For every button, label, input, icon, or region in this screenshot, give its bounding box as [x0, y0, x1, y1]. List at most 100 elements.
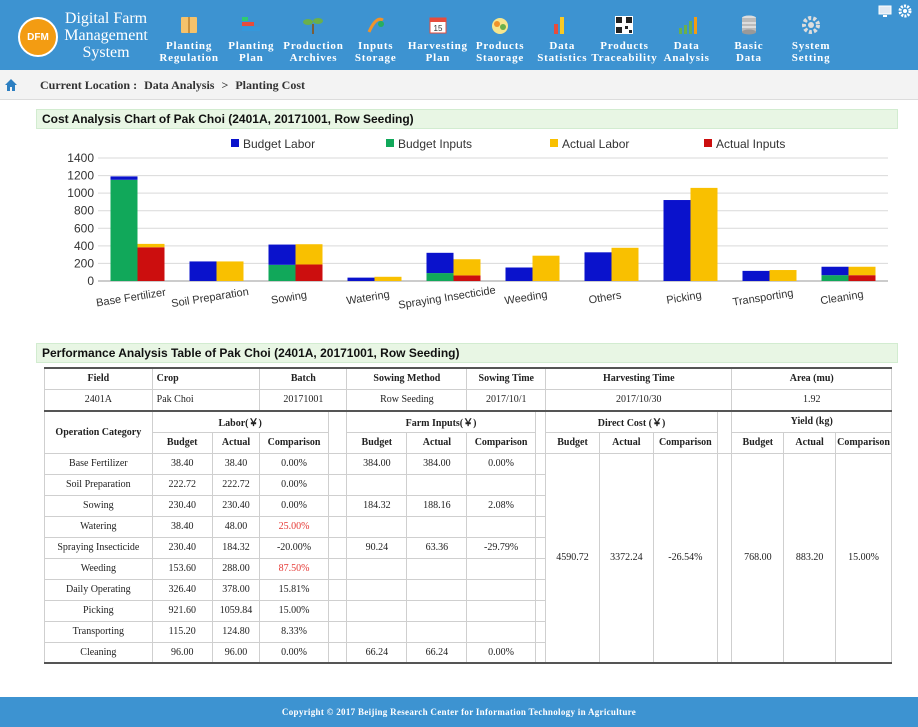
info-value-crop: Pak Choi: [151, 388, 261, 412]
footer-copyright: Copyright © 2017 Beijing Research Center…: [0, 697, 918, 727]
spacer-cell: [327, 515, 348, 538]
breadcrumb-data-analysis[interactable]: Data Analysis: [144, 78, 214, 92]
yield-comparison-header: Comparison: [834, 431, 893, 454]
sub-header-row: Budget Actual Comparison Budget Actual C…: [45, 431, 893, 454]
bar-budget-labor: [742, 270, 770, 281]
cost-chart-svg: 0 200 400 600 800 1000 1200 1400 Budget Labor Bud…: [67, 137, 888, 312]
bar-actual-inputs: [453, 275, 481, 281]
bar-budget-labor: [268, 244, 296, 265]
inputs-budget-cell: [346, 557, 408, 580]
calendar-icon: 15: [429, 17, 447, 34]
labor-comparison-cell: 15.81%: [259, 578, 329, 601]
spacer-cell: [534, 410, 547, 454]
direct-cost-group-header: Direct Cost (￥): [545, 410, 718, 433]
labor-comparison-cell: 0.00%: [259, 452, 329, 475]
top-header: DFM Digital Farm Management System Plant…: [0, 0, 918, 70]
inputs-comparison-cell: [466, 620, 536, 643]
spacer-cell: [534, 494, 547, 517]
spacer-cell: [534, 620, 547, 643]
info-value-sowing-method: Row Seeding: [346, 388, 468, 412]
breadcrumb-separator: >: [221, 78, 229, 92]
legend-label: Budget Labor: [243, 137, 315, 151]
produce-icon: [492, 18, 509, 34]
info-value-area: 1.92: [731, 388, 892, 412]
labor-actual-cell: 288.00: [211, 557, 261, 580]
settings-gear-icon[interactable]: [898, 4, 912, 18]
book-icon: [181, 17, 198, 33]
labor-budget-header: Budget: [151, 431, 213, 454]
header-tools: [874, 4, 914, 20]
inputs-comparison-cell: -29.79%: [466, 536, 536, 559]
y-tick-label: 1000: [67, 186, 94, 200]
spacer-cell: [716, 452, 733, 664]
labor-actual-cell: 38.40: [211, 452, 261, 475]
yield-budget-header: Budget: [731, 431, 785, 454]
labor-budget-cell: 230.40: [151, 494, 213, 517]
inputs-budget-cell: 66.24: [346, 641, 408, 664]
inputs-actual-header: Actual: [406, 431, 468, 454]
spacer-cell: [327, 410, 348, 454]
inputs-budget-cell: 384.00: [346, 452, 408, 475]
info-value-harvesting-time: 2017/10/30: [545, 388, 733, 412]
spacer-cell: [327, 557, 348, 580]
labor-comparison-cell: 0.00%: [259, 473, 329, 496]
farm-inputs-group-header: Farm Inputs(￥): [346, 410, 536, 433]
y-tick-label: 800: [74, 204, 94, 218]
spacer-cell: [327, 536, 348, 559]
info-value-batch: 20171001: [259, 388, 348, 412]
labor-budget-cell: 921.60: [151, 599, 213, 622]
direct-comparison-header: Comparison: [652, 431, 718, 454]
inputs-comparison-cell: 0.00%: [466, 641, 536, 664]
bar-actual-labor: [453, 259, 481, 276]
breadcrumb: Current Location : Data Analysis > Plant…: [40, 78, 305, 93]
table-body: Base Fertilizer 38.40 38.40 0.00% 384.00 384.…: [44, 452, 893, 664]
category-cell: Watering: [44, 515, 153, 538]
y-tick-label: 400: [74, 239, 94, 253]
info-header-crop: Crop: [151, 367, 261, 390]
inputs-budget-cell: [346, 515, 408, 538]
x-tick-label: Weeding: [504, 289, 549, 308]
nav-label-line: System: [791, 40, 831, 52]
spacer-cell: [716, 410, 733, 454]
labor-actual-header: Actual: [211, 431, 261, 454]
y-tick-label: 1400: [67, 151, 94, 165]
chart-section-title: Cost Analysis Chart of Pak Choi (2401A, …: [36, 109, 898, 129]
yield-budget-cell: 768.00: [731, 452, 785, 664]
labor-budget-cell: 38.40: [151, 452, 213, 475]
bar-budget-labor: [426, 252, 454, 274]
labor-comparison-header: Comparison: [259, 431, 329, 454]
bar-budget-inputs: [821, 275, 849, 281]
inputs-budget-cell: [346, 578, 408, 601]
bar-actual-labor: [769, 270, 797, 281]
bar-budget-labor: [347, 277, 375, 281]
x-tick-label: Cleaning: [820, 289, 865, 308]
spacer-cell: [534, 557, 547, 580]
labor-budget-cell: 230.40: [151, 536, 213, 559]
y-tick-label: 1200: [67, 169, 94, 183]
spacer-cell: [327, 620, 348, 643]
inputs-actual-cell: [406, 620, 468, 643]
operation-category-header: Operation Category: [44, 410, 153, 454]
x-tick-label: Sowing: [270, 289, 308, 306]
inputs-actual-cell: [406, 557, 468, 580]
legend-label: Actual Inputs: [716, 137, 785, 151]
bar-actual-labor: [611, 247, 639, 281]
dfm-logo[interactable]: DFM: [18, 17, 58, 57]
bar-actual-labor: [374, 276, 402, 281]
home-icon[interactable]: [4, 78, 18, 92]
monitor-icon[interactable]: [878, 4, 892, 18]
category-cell: Transporting: [44, 620, 153, 643]
category-cell: Cleaning: [44, 641, 153, 664]
category-cell: Base Fertilizer: [44, 452, 153, 475]
inputs-comparison-cell: [466, 599, 536, 622]
labor-comparison-cell: 0.00%: [259, 494, 329, 517]
inputs-actual-cell: [406, 578, 468, 601]
spacer-cell: [327, 452, 348, 475]
spacer-cell: [327, 494, 348, 517]
spacer-cell: [534, 641, 547, 664]
bar-budget-labor: [821, 266, 849, 276]
bar-actual-labor: [690, 187, 718, 281]
info-header-area: Area (mu): [731, 367, 892, 390]
nav-item-system-setting[interactable]: System Setting: [780, 2, 842, 68]
legend-swatch: [550, 139, 558, 147]
